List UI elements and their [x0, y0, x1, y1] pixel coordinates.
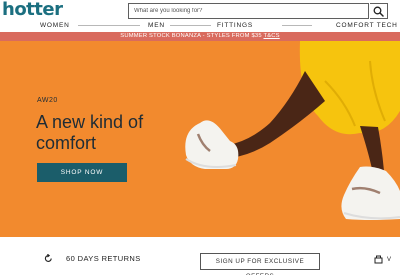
widget-label: V [387, 256, 392, 263]
returns-info: 60 DAYS RETURNS [44, 254, 141, 263]
search-box[interactable] [128, 3, 369, 19]
search-button[interactable] [370, 3, 388, 19]
shop-now-button[interactable]: SHOP NOW [37, 163, 127, 182]
nav-divider [282, 25, 312, 26]
hero-banner[interactable]: AW20 A new kind of comfort SHOP NOW [0, 41, 400, 237]
promo-text: SUMMER STOCK BONANZA - STYLES FROM $35 [120, 33, 264, 39]
nav-item-fittings[interactable]: FITTINGS [217, 22, 253, 29]
hero-subtitle: AW20 [37, 97, 58, 104]
promo-banner: SUMMER STOCK BONANZA - STYLES FROM $35 T… [0, 32, 400, 41]
hero-title: A new kind of comfort [36, 112, 144, 153]
nav-divider [170, 25, 211, 26]
nav-divider [78, 25, 140, 26]
nav-item-men[interactable]: MEN [148, 22, 165, 29]
returns-arrow-icon [44, 254, 52, 262]
search-icon [373, 6, 384, 17]
main-nav: WOMEN MEN FITTINGS COMFORT TECH [0, 21, 400, 32]
returns-label: 60 DAYS RETURNS [66, 254, 141, 263]
widget-button[interactable]: V [374, 255, 391, 264]
widget-icon [374, 255, 383, 264]
brand-logo[interactable]: hotter [2, 0, 63, 20]
search-input[interactable] [134, 4, 362, 18]
nav-item-comfort-tech[interactable]: COMFORT TECH [336, 22, 398, 29]
usp-bar: 60 DAYS RETURNS SIGN UP FOR EXCLUSIVE OF… [0, 237, 400, 275]
promo-terms-link[interactable]: T&CS [263, 33, 279, 39]
nav-item-women[interactable]: WOMEN [40, 22, 70, 29]
signup-offers-button[interactable]: SIGN UP FOR EXCLUSIVE OFFERS [200, 253, 320, 275]
site-header: hotter [0, 0, 400, 22]
